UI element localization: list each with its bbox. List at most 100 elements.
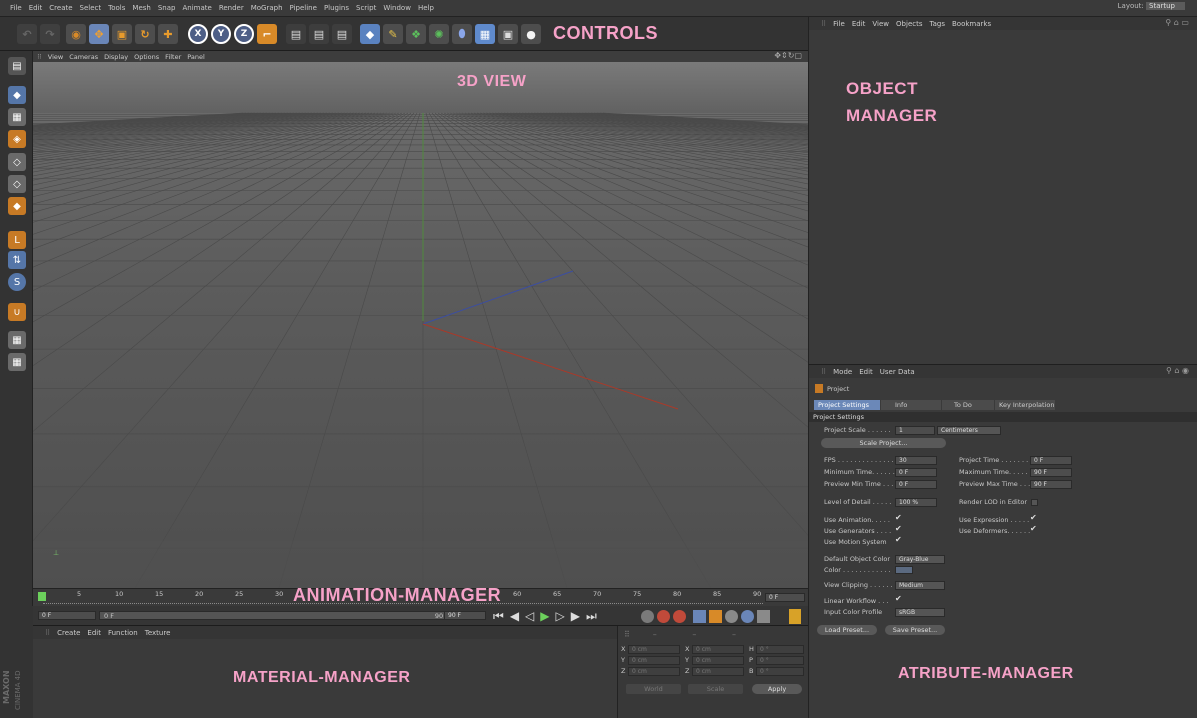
rotate-icon[interactable]: ↻ bbox=[135, 24, 155, 44]
load-preset-button[interactable]: Load Preset... bbox=[817, 625, 877, 635]
material-menu-function[interactable]: Function bbox=[108, 629, 138, 637]
use-expression-checkbox[interactable]: ✔ bbox=[1030, 513, 1037, 522]
coord-rotation-b[interactable]: 0 ° bbox=[756, 667, 804, 676]
scale-project-button[interactable]: Scale Project... bbox=[821, 438, 946, 448]
input-profile-dropdown[interactable]: sRGB bbox=[895, 608, 945, 617]
workplane-lock-icon[interactable]: ▦ bbox=[8, 331, 26, 349]
menu-script[interactable]: Script bbox=[356, 4, 376, 12]
menu-render[interactable]: Render bbox=[219, 4, 244, 12]
tab-project-settings[interactable]: Project Settings bbox=[814, 400, 880, 410]
redo-icon[interactable]: ↷ bbox=[40, 24, 60, 44]
coord-position-y[interactable]: 0 cm bbox=[628, 656, 680, 665]
coord-position-x[interactable]: 0 cm bbox=[628, 645, 680, 654]
spline-pen-icon[interactable]: ✎ bbox=[383, 24, 403, 44]
planar-workplane-icon[interactable]: ▦ bbox=[8, 353, 26, 371]
menu-window[interactable]: Window bbox=[383, 4, 411, 12]
preview-range-slider[interactable]: 0 F 90 F bbox=[99, 611, 454, 620]
play-icon[interactable]: ▶ bbox=[540, 609, 555, 623]
search-icon[interactable]: ⚲ ⌂ ◉ bbox=[1166, 366, 1189, 375]
coord-rotation-h[interactable]: 0 ° bbox=[756, 645, 804, 654]
view-clipping-dropdown[interactable]: Medium bbox=[895, 581, 945, 590]
menu-pipeline[interactable]: Pipeline bbox=[290, 4, 317, 12]
tab-key-interpolation[interactable]: Key Interpolation bbox=[995, 400, 1055, 410]
subdivision-icon[interactable]: ❖ bbox=[406, 24, 426, 44]
deformer-icon[interactable]: ⬮ bbox=[452, 24, 472, 44]
key-pla-icon[interactable] bbox=[757, 610, 770, 623]
coordinate-system-icon[interactable]: ⌐ bbox=[257, 24, 277, 44]
use-generators-checkbox[interactable]: ✔ bbox=[895, 524, 902, 533]
menu-mesh[interactable]: Mesh bbox=[132, 4, 150, 12]
render-settings-icon[interactable]: ▤ bbox=[332, 24, 352, 44]
use-deformers-checkbox[interactable]: ✔ bbox=[1030, 524, 1037, 533]
record-active-icon[interactable] bbox=[641, 610, 654, 623]
start-frame-field[interactable]: 0 F bbox=[38, 611, 96, 620]
use-motion-checkbox[interactable]: ✔ bbox=[895, 535, 902, 544]
render-lod-checkbox[interactable] bbox=[1031, 499, 1038, 506]
light-icon[interactable]: ● bbox=[521, 24, 541, 44]
undo-icon[interactable]: ↶ bbox=[17, 24, 37, 44]
menu-select[interactable]: Select bbox=[80, 4, 102, 12]
menu-edit[interactable]: Edit bbox=[29, 4, 43, 12]
timeline-window-icon[interactable] bbox=[789, 609, 801, 624]
viewport-menu-panel[interactable]: Panel bbox=[187, 53, 205, 61]
3d-viewport[interactable]: ⠿ View Cameras Display Options Filter Pa… bbox=[33, 51, 808, 588]
go-to-start-icon[interactable]: ⏮ bbox=[493, 609, 510, 623]
viewport-menu-view[interactable]: View bbox=[48, 53, 63, 61]
points-mode-icon[interactable]: ◇ bbox=[8, 153, 26, 171]
viewport-menu-cameras[interactable]: Cameras bbox=[69, 53, 98, 61]
lod-field[interactable]: 100 % bbox=[895, 498, 937, 507]
menu-tools[interactable]: Tools bbox=[108, 4, 125, 12]
min-time-field[interactable]: 0 F bbox=[895, 468, 937, 477]
cube-icon[interactable]: ◆ bbox=[360, 24, 380, 44]
linear-workflow-checkbox[interactable]: ✔ bbox=[895, 594, 902, 603]
tab-info[interactable]: Info bbox=[881, 400, 941, 410]
polygons-mode-icon[interactable]: ◆ bbox=[8, 197, 26, 215]
object-menu-file[interactable]: File bbox=[833, 20, 845, 28]
axis-mode-icon[interactable]: L bbox=[8, 231, 26, 249]
key-parameter-icon[interactable] bbox=[741, 610, 754, 623]
array-icon[interactable]: ✺ bbox=[429, 24, 449, 44]
layout-value[interactable]: Startup bbox=[1146, 2, 1185, 10]
viewport-menu-display[interactable]: Display bbox=[104, 53, 128, 61]
menu-mograph[interactable]: MoGraph bbox=[251, 4, 283, 12]
end-frame-field[interactable]: 90 F bbox=[444, 611, 486, 620]
model-mode-icon[interactable]: ◆ bbox=[8, 86, 26, 104]
key-position-icon[interactable] bbox=[693, 610, 706, 623]
viewport-menu-filter[interactable]: Filter bbox=[165, 53, 181, 61]
coord-rotation-p[interactable]: 0 ° bbox=[756, 656, 804, 665]
coord-size-y[interactable]: 0 cm bbox=[692, 656, 744, 665]
attribute-menu-userdata[interactable]: User Data bbox=[880, 368, 915, 376]
current-frame-field[interactable]: 0 F bbox=[765, 593, 805, 602]
object-menu-bookmarks[interactable]: Bookmarks bbox=[952, 20, 991, 28]
timeline-ruler[interactable]: 5 10 15 20 25 30 60 65 70 75 80 85 90 0 … bbox=[33, 585, 808, 606]
camera-icon[interactable]: ▣ bbox=[498, 24, 518, 44]
preview-max-field[interactable]: 90 F bbox=[1030, 480, 1072, 489]
key-rotation-icon[interactable] bbox=[725, 610, 738, 623]
menu-snap[interactable]: Snap bbox=[158, 4, 176, 12]
menu-plugins[interactable]: Plugins bbox=[324, 4, 349, 12]
object-manager[interactable]: ⠿ File Edit View Objects Tags Bookmarks … bbox=[808, 17, 1197, 364]
object-menu-objects[interactable]: Objects bbox=[896, 20, 922, 28]
tab-to-do[interactable]: To Do bbox=[942, 400, 994, 410]
snap-icon[interactable]: S bbox=[8, 273, 26, 291]
edges-mode-icon[interactable]: ◇ bbox=[8, 175, 26, 193]
object-menu-view[interactable]: View bbox=[872, 20, 889, 28]
move-icon[interactable]: ✥ bbox=[89, 24, 109, 44]
floor-icon[interactable]: ▦ bbox=[475, 24, 495, 44]
material-menu-edit[interactable]: Edit bbox=[87, 629, 101, 637]
coord-mode-dropdown[interactable]: World bbox=[626, 684, 681, 694]
menu-create[interactable]: Create bbox=[49, 4, 72, 12]
keyframe-selection-icon[interactable] bbox=[673, 610, 686, 623]
previous-key-icon[interactable]: ◀ bbox=[510, 609, 525, 623]
coord-size-z[interactable]: 0 cm bbox=[692, 667, 744, 676]
object-menu-tags[interactable]: Tags bbox=[930, 20, 946, 28]
project-scale-unit-dropdown[interactable]: Centimeters bbox=[937, 426, 1001, 435]
menu-help[interactable]: Help bbox=[418, 4, 434, 12]
viewport-menu-options[interactable]: Options bbox=[134, 53, 159, 61]
project-scale-field[interactable]: 1 bbox=[895, 426, 935, 435]
material-menu-texture[interactable]: Texture bbox=[145, 629, 171, 637]
material-manager[interactable]: ⠿ Create Edit Function Texture MATERIAL-… bbox=[33, 626, 618, 718]
coord-size-x[interactable]: 0 cm bbox=[692, 645, 744, 654]
object-menu-edit[interactable]: Edit bbox=[852, 20, 866, 28]
y-axis-icon[interactable]: Y bbox=[211, 24, 231, 44]
